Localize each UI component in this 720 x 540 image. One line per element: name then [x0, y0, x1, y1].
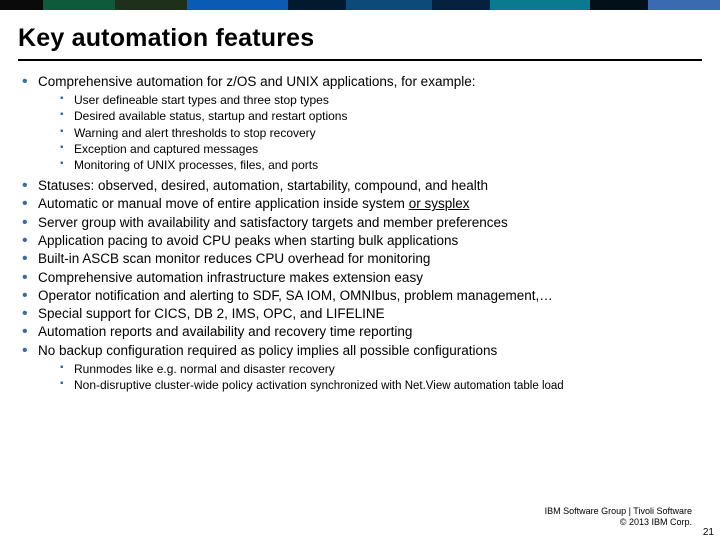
sub-list-item: User defineable start types and three st… — [38, 92, 700, 108]
list-item-text: Automation reports and availability and … — [38, 324, 412, 339]
sub-list-item: Exception and captured messages — [38, 141, 700, 157]
list-item: Application pacing to avoid CPU peaks wh… — [20, 232, 700, 249]
strip-segment — [432, 0, 490, 10]
list-item-text: No backup configuration required as poli… — [38, 343, 497, 358]
strip-segment — [115, 0, 187, 10]
list-item: Server group with availability and satis… — [20, 214, 700, 231]
sub-list: Runmodes like e.g. normal and disaster r… — [38, 361, 700, 395]
sub-list-item-text: User defineable start types and three st… — [74, 93, 329, 107]
list-item-text: Special support for CICS, DB 2, IMS, OPC… — [38, 306, 385, 321]
strip-segment — [648, 0, 720, 10]
sub-list-item: Non-disruptive cluster-wide policy activ… — [38, 377, 700, 395]
footer-line-2: © 2013 IBM Corp. — [545, 517, 692, 528]
sub-list-item-text: Monitoring of UNIX processes, files, and… — [74, 158, 318, 172]
footer-line-1: IBM Software Group | Tivoli Software — [545, 506, 692, 517]
page-title: Key automation features — [18, 24, 702, 53]
strip-segment — [187, 0, 288, 10]
sub-list-item: Runmodes like e.g. normal and disaster r… — [38, 361, 700, 377]
list-item: Built-in ASCB scan monitor reduces CPU o… — [20, 250, 700, 267]
list-item: Automatic or manual move of entire appli… — [20, 195, 700, 212]
list-item-text: Application pacing to avoid CPU peaks wh… — [38, 233, 458, 248]
strip-segment — [590, 0, 648, 10]
list-item: Operator notification and alerting to SD… — [20, 287, 700, 304]
sub-list-item: Desired available status, startup and re… — [38, 108, 700, 124]
list-item: No backup configuration required as poli… — [20, 342, 700, 395]
list-item-text: Automatic or manual move of entire appli… — [38, 196, 409, 211]
list-item-text: Server group with availability and satis… — [38, 215, 508, 230]
list-item: Comprehensive automation infrastructure … — [20, 269, 700, 286]
bullet-list: Comprehensive automation for z/OS and UN… — [20, 73, 700, 395]
strip-segment — [0, 0, 43, 10]
decorative-top-strip — [0, 0, 720, 10]
slide: Key automation features Comprehensive au… — [0, 0, 720, 540]
list-item-text: Comprehensive automation infrastructure … — [38, 270, 423, 285]
sub-list-item-text: Warning and alert thresholds to stop rec… — [74, 126, 316, 140]
sub-list-item-text: Desired available status, startup and re… — [74, 109, 347, 123]
list-item: Automation reports and availability and … — [20, 323, 700, 340]
list-item-text: Comprehensive automation for z/OS and UN… — [38, 74, 475, 89]
sub-list-item-text: Exception and captured messages — [74, 142, 258, 156]
list-item: Comprehensive automation for z/OS and UN… — [20, 73, 700, 173]
strip-segment — [346, 0, 432, 10]
list-item-text: Built-in ASCB scan monitor reduces CPU o… — [38, 251, 430, 266]
underlined-phrase: or sysplex — [409, 196, 470, 211]
sub-list-item-text: Runmodes like e.g. normal and disaster r… — [74, 362, 335, 376]
list-item-text: Operator notification and alerting to SD… — [38, 288, 553, 303]
title-wrap: Key automation features — [0, 10, 720, 55]
title-underline — [18, 59, 702, 61]
sub-list: User defineable start types and three st… — [38, 92, 700, 173]
page-number: 21 — [703, 527, 714, 538]
list-item: Special support for CICS, DB 2, IMS, OPC… — [20, 305, 700, 322]
strip-segment — [43, 0, 115, 10]
sub-list-item: Monitoring of UNIX processes, files, and… — [38, 157, 700, 173]
list-item-text: Statuses: observed, desired, automation,… — [38, 178, 488, 193]
strip-segment — [490, 0, 591, 10]
footer: IBM Software Group | Tivoli Software © 2… — [545, 506, 692, 529]
sub-list-item-text: Non-disruptive cluster-wide policy activ… — [74, 378, 310, 392]
sub-list-item: Warning and alert thresholds to stop rec… — [38, 125, 700, 141]
sub-list-item-tail: synchronized with Net.View automation ta… — [310, 380, 564, 392]
strip-segment — [288, 0, 346, 10]
content-area: Comprehensive automation for z/OS and UN… — [0, 65, 720, 395]
list-item: Statuses: observed, desired, automation,… — [20, 177, 700, 194]
